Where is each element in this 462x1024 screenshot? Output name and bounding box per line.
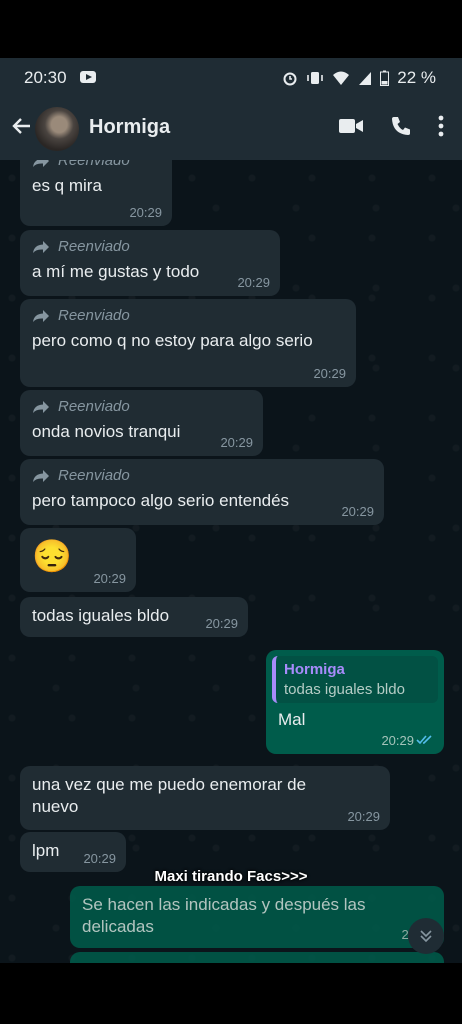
wifi-icon xyxy=(333,71,350,85)
header-actions xyxy=(338,115,444,137)
message-text: es q mira xyxy=(32,176,102,195)
video-call-icon[interactable] xyxy=(338,117,364,135)
message-list[interactable]: Reenviado es q mira 20:29 Reenviado a mí… xyxy=(0,160,462,963)
message-time: 20:29 xyxy=(347,809,380,824)
outgoing-message-bubble-partial[interactable] xyxy=(70,952,444,963)
forward-icon xyxy=(33,240,49,253)
read-receipt-icon xyxy=(416,735,432,745)
message-text: a mí me gustas y todo xyxy=(32,262,200,281)
alarm-icon xyxy=(283,72,297,86)
forward-icon xyxy=(33,469,49,482)
message-time: 20:29 xyxy=(381,733,414,748)
quoted-message[interactable]: Hormiga todas iguales bldo xyxy=(272,656,438,703)
message-bubble[interactable]: 😔 20:29 xyxy=(20,528,136,592)
outgoing-message-bubble[interactable]: Hormiga todas iguales bldo Mal 20:29 xyxy=(266,650,444,754)
message-text: una vez que me puedo enemorar de nuevo xyxy=(32,775,307,816)
battery-percent: 22 % xyxy=(397,68,436,87)
message-time: 20:29 xyxy=(205,616,238,631)
signal-icon xyxy=(359,72,372,85)
forwarded-label: Reenviado xyxy=(32,307,346,324)
quoted-text: todas iguales bldo xyxy=(284,681,405,698)
message-bubble[interactable]: lpm 20:29 xyxy=(20,832,126,872)
message-text: pero como q no estoy para algo serio xyxy=(32,331,313,350)
message-time: 20:29 xyxy=(129,205,162,220)
forward-icon xyxy=(33,400,49,413)
phone-screen: 20:30 22 % Hormiga Reenviado es q mira 2… xyxy=(0,58,462,963)
vibrate-icon xyxy=(307,72,324,84)
voice-call-icon[interactable] xyxy=(390,115,412,137)
status-icons: 22 % xyxy=(282,68,436,88)
battery-icon xyxy=(380,70,390,86)
overlay-caption: Maxi tirando Facs>>> xyxy=(154,868,308,885)
message-bubble[interactable]: Reenviado pero tampoco algo serio entend… xyxy=(20,459,384,525)
forward-icon xyxy=(33,309,49,322)
message-time: 20:29 xyxy=(313,366,346,381)
contact-name[interactable]: Hormiga xyxy=(89,116,170,139)
forwarded-label: Reenviado xyxy=(32,467,374,484)
message-time: 20:29 xyxy=(83,851,116,866)
forwarded-label: Reenviado xyxy=(32,238,270,255)
message-bubble[interactable]: todas iguales bldo 20:29 xyxy=(20,597,248,637)
more-options-icon[interactable] xyxy=(438,115,444,137)
message-bubble[interactable]: una vez que me puedo enemorar de nuevo 2… xyxy=(20,766,390,830)
forwarded-label: Reenviado xyxy=(32,398,253,415)
forward-icon xyxy=(33,160,49,167)
message-bubble[interactable]: Reenviado onda novios tranqui 20:29 xyxy=(20,390,263,456)
message-time: 20:29 xyxy=(341,504,374,519)
message-bubble[interactable]: Reenviado pero como q no estoy para algo… xyxy=(20,299,356,387)
chevron-down-icon xyxy=(420,930,432,943)
scroll-to-bottom-button[interactable] xyxy=(408,918,444,954)
message-emoji: 😔 xyxy=(32,538,72,574)
message-time: 20:29 xyxy=(237,275,270,290)
quoted-sender: Hormiga xyxy=(284,661,345,678)
message-bubble[interactable]: Reenviado a mí me gustas y todo 20:29 xyxy=(20,230,280,296)
message-text: Mal xyxy=(278,710,306,729)
outgoing-message-bubble[interactable]: Se hacen las indicadas y después las del… xyxy=(70,886,444,948)
message-text: Se hacen las indicadas y después las del… xyxy=(82,895,366,936)
contact-avatar[interactable] xyxy=(35,107,79,151)
forwarded-label: Reenviado xyxy=(32,160,162,169)
message-time: 20:29 xyxy=(220,435,253,450)
back-arrow-icon[interactable] xyxy=(10,114,34,138)
chat-header: Hormiga xyxy=(0,98,462,160)
media-notification-icon xyxy=(80,71,96,83)
status-time: 20:30 xyxy=(24,68,67,87)
message-text: pero tampoco algo serio entendés xyxy=(32,491,290,510)
message-time: 20:29 xyxy=(93,571,126,586)
status-bar: 20:30 22 % xyxy=(0,58,462,98)
message-bubble[interactable]: Reenviado es q mira 20:29 xyxy=(20,160,172,226)
